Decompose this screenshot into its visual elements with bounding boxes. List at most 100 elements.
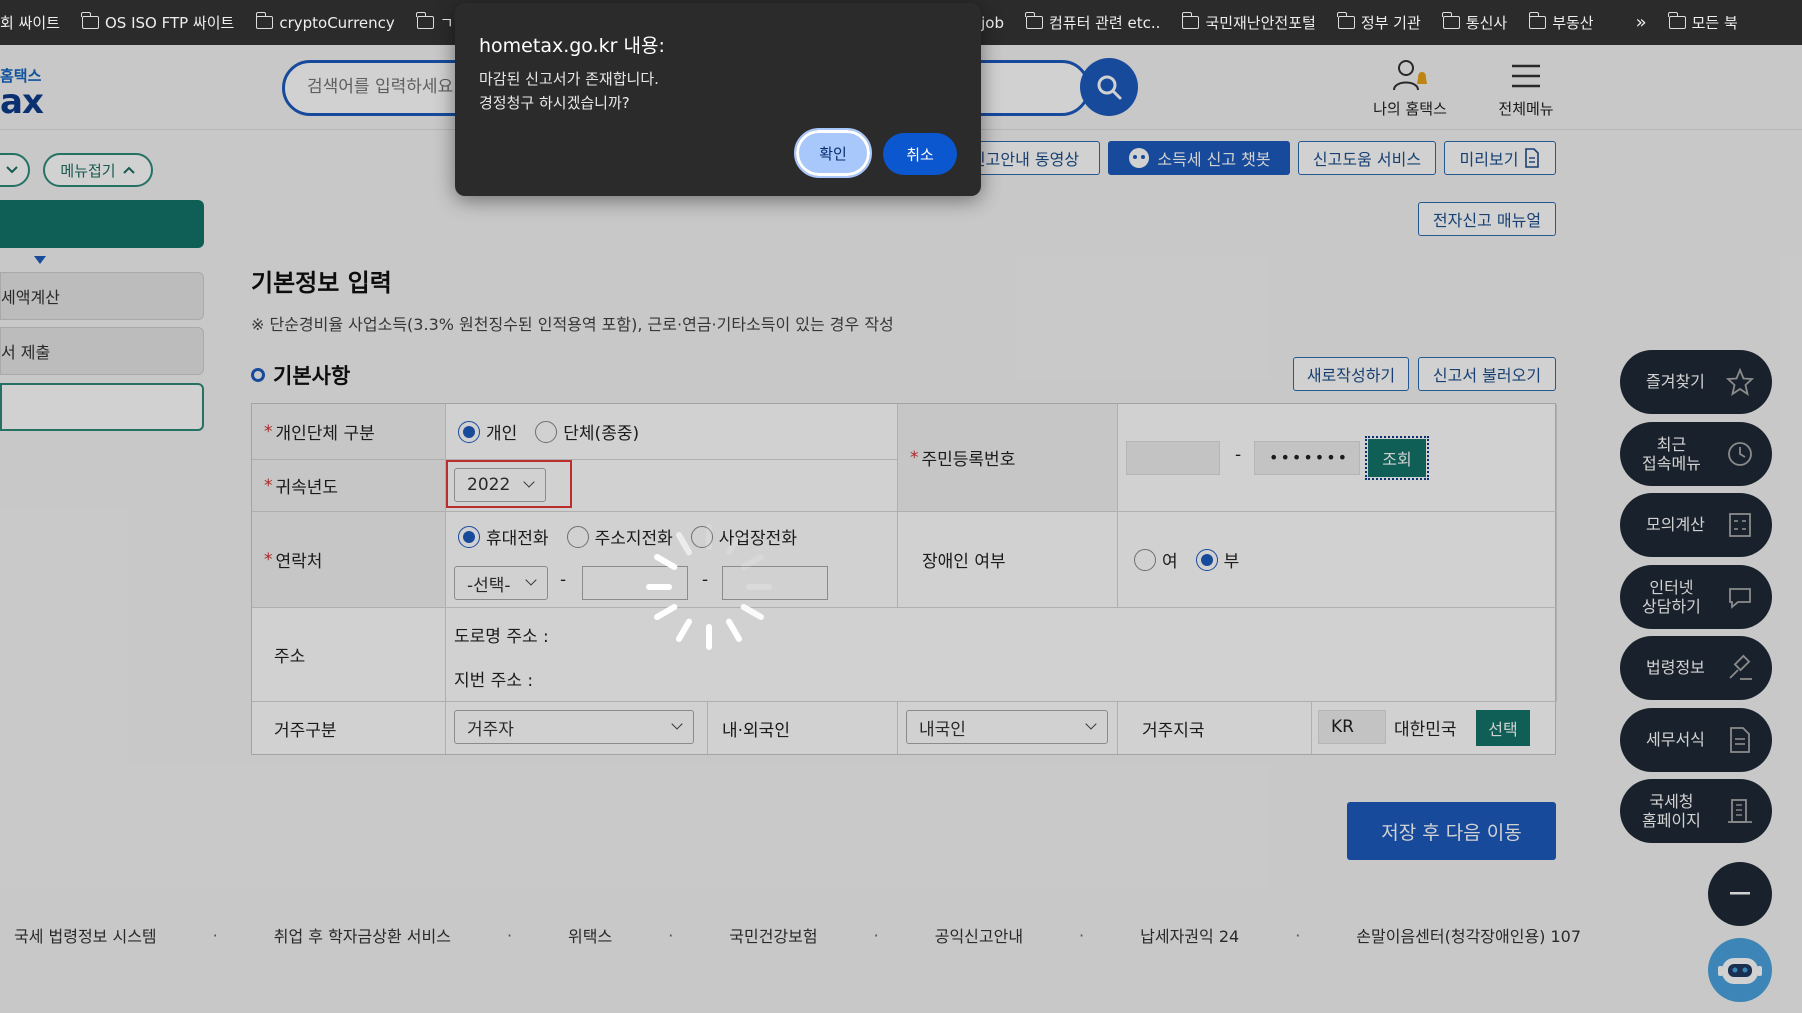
bookmark-folder[interactable]: ㄱ — [416, 12, 454, 33]
radio-label: 여 — [1162, 552, 1178, 572]
type-options-cell: 개인 단체(종중) — [446, 404, 898, 460]
footer-link[interactable]: 공익신고안내 — [935, 923, 1023, 947]
bookmark-folder[interactable]: OS ISO FTP 싸이트 — [81, 12, 234, 33]
bookmark-folder[interactable]: 통신사 — [1442, 12, 1507, 33]
address-label-cell: 주소 — [252, 608, 446, 702]
footer-link[interactable]: 취업 후 학자금상환 서비스 — [274, 923, 451, 947]
rrn-back-input[interactable]: ••••••• — [1254, 441, 1360, 475]
nationality-label-cell: 내·외국인 — [708, 702, 898, 754]
residence-label: 거주구분 — [274, 720, 337, 741]
preview-button[interactable]: 미리보기 — [1444, 141, 1556, 175]
footer-link[interactable]: 국세 법령정보 시스템 — [14, 923, 157, 947]
bookmark-folder[interactable]: 부동산 — [1528, 12, 1594, 33]
new-write-button[interactable]: 새로작성하기 — [1293, 357, 1409, 391]
step-label: 서 제출 — [1, 343, 51, 362]
footer-link[interactable]: 국민건강보험 — [729, 923, 817, 947]
page-note: ※ 단순경비율 사업소득(3.3% 원천징수된 인적용역 포함), 근로·연금·… — [251, 315, 894, 334]
confirm-dialog: hometax.go.kr 내용: 마감된 신고서가 존재합니다. 경정청구 하… — [455, 3, 981, 196]
bookmark-folder[interactable]: 정부 기관 — [1337, 12, 1421, 33]
recent-menu-button[interactable]: 최근 접속메뉴 — [1620, 422, 1772, 486]
radio-individual[interactable]: 개인 — [458, 419, 517, 444]
bookmark-folder[interactable]: cryptoCurrency — [255, 12, 395, 32]
nts-homepage-button[interactable]: 국세청 홈페이지 — [1620, 779, 1772, 843]
logo[interactable]: ax — [0, 82, 44, 122]
lookup-button[interactable]: 조회 — [1365, 436, 1429, 480]
load-return-label: 신고서 불러오기 — [1432, 366, 1542, 385]
favorites-button[interactable]: 즐겨찾기 — [1620, 350, 1772, 414]
manual-button[interactable]: 전자신고 매뉴얼 — [1418, 202, 1556, 236]
user-bell-icon — [1393, 60, 1427, 91]
bookmark-folder[interactable]: 국민재난안전포털 — [1181, 12, 1316, 33]
chevron-down-icon — [671, 718, 683, 730]
menu-collapse-button[interactable]: 메뉴접기 — [43, 153, 153, 187]
bookmark-item[interactable]: 회 싸이트 — [0, 12, 60, 33]
folder-icon — [81, 12, 99, 29]
rrn-dash: - — [1235, 445, 1242, 465]
law-info-button[interactable]: 법령정보 — [1620, 636, 1772, 700]
phone-prefix-select[interactable]: -선택- — [454, 566, 548, 600]
help-service-button[interactable]: 신고도움 서비스 — [1298, 141, 1436, 175]
my-hometax-button[interactable]: 나의 홈택스 — [1365, 58, 1455, 119]
load-return-button[interactable]: 신고서 불러오기 — [1418, 357, 1556, 391]
rrn-front-input[interactable] — [1126, 441, 1220, 475]
radio-circle — [566, 525, 589, 548]
step-tax-calculation[interactable]: 세액계산 — [0, 272, 204, 320]
current-step-item[interactable] — [0, 200, 204, 248]
save-next-button[interactable]: 저장 후 다음 이동 — [1347, 802, 1556, 860]
country-cell: KR 대한민국 선택 — [1312, 702, 1557, 754]
step-label: 세액계산 — [1, 288, 60, 307]
residence-label-cell: 거주구분 — [252, 702, 446, 754]
radio-circle — [458, 420, 480, 443]
page-title: 기본정보 입력 — [251, 269, 392, 297]
nationality-select[interactable]: 내국인 — [906, 710, 1108, 744]
tax-forms-button[interactable]: 세무서식 — [1620, 708, 1772, 772]
dialog-message-line: 경정청구 하시겠습니까? — [479, 94, 630, 112]
residence-value: 거주자 — [467, 719, 514, 740]
all-menu-label: 전체메뉴 — [1498, 100, 1554, 118]
footer-link[interactable]: 위택스 — [568, 923, 612, 947]
radio-group[interactable]: 단체(종중) — [535, 419, 639, 444]
gavel-icon — [1729, 654, 1752, 680]
fab-label: 국세청 홈페이지 — [1642, 791, 1701, 830]
cancel-label: 취소 — [906, 145, 934, 164]
folder-icon — [416, 12, 434, 29]
disabled-options-cell: 여 부 — [1118, 512, 1557, 608]
rrn-cell: - ••••••• 조회 — [1118, 404, 1557, 512]
fab-label: 모의계산 — [1646, 515, 1705, 535]
online-consult-button[interactable]: 인터넷 상담하기 — [1620, 565, 1772, 629]
bookmarks-overflow-button[interactable]: » — [1636, 12, 1647, 33]
step-empty[interactable] — [0, 383, 204, 431]
all-menu-button[interactable]: 전체메뉴 — [1481, 58, 1571, 119]
section-heading: 기본사항 — [251, 360, 350, 390]
search-button[interactable] — [1080, 58, 1138, 116]
country-code-field: KR — [1318, 710, 1386, 744]
footer-link[interactable]: 납세자권익 24 — [1140, 923, 1239, 947]
bookmark-folder[interactable]: 컴퓨터 관련 etc.. — [1025, 12, 1160, 33]
star-icon — [1726, 368, 1754, 396]
radio-label: 단체(종중) — [563, 424, 640, 444]
radio-disabled-yes[interactable]: 여 — [1134, 547, 1178, 572]
country-select-button[interactable]: 선택 — [1476, 710, 1530, 746]
bookmark-folder[interactable]: 모든 북 — [1668, 12, 1738, 33]
step-arrow-icon — [34, 256, 46, 264]
footer-separator: · — [506, 925, 513, 945]
type-label: 개인단체 구분 — [275, 424, 375, 444]
step-submit[interactable]: 서 제출 — [0, 327, 204, 375]
footer-link[interactable]: 손말이음센터(청각장애인용) 107 — [1356, 923, 1581, 947]
radio-disabled-no[interactable]: 부 — [1195, 547, 1239, 572]
contact-label: 연락처 — [275, 552, 323, 572]
folder-icon — [1337, 12, 1355, 29]
year-select[interactable]: 2022 — [454, 468, 546, 502]
mock-calc-button[interactable]: 모의계산 — [1620, 493, 1772, 557]
chat-icon — [1729, 588, 1751, 609]
fab-label: 법령정보 — [1646, 658, 1705, 678]
chatbot-button[interactable]: 소득세 신고 챗봇 — [1108, 141, 1290, 175]
required-mark: * — [264, 549, 273, 570]
country-name: 대한민국 — [1394, 720, 1457, 740]
radio-mobile[interactable]: 휴대전화 — [458, 524, 549, 549]
confirm-button[interactable]: 확인 — [794, 128, 872, 178]
fab-label: 즐겨찾기 — [1646, 372, 1705, 392]
residence-select[interactable]: 거주자 — [454, 710, 694, 744]
year-label-cell: * 귀속년도 — [252, 460, 446, 512]
cancel-button[interactable]: 취소 — [883, 133, 957, 175]
